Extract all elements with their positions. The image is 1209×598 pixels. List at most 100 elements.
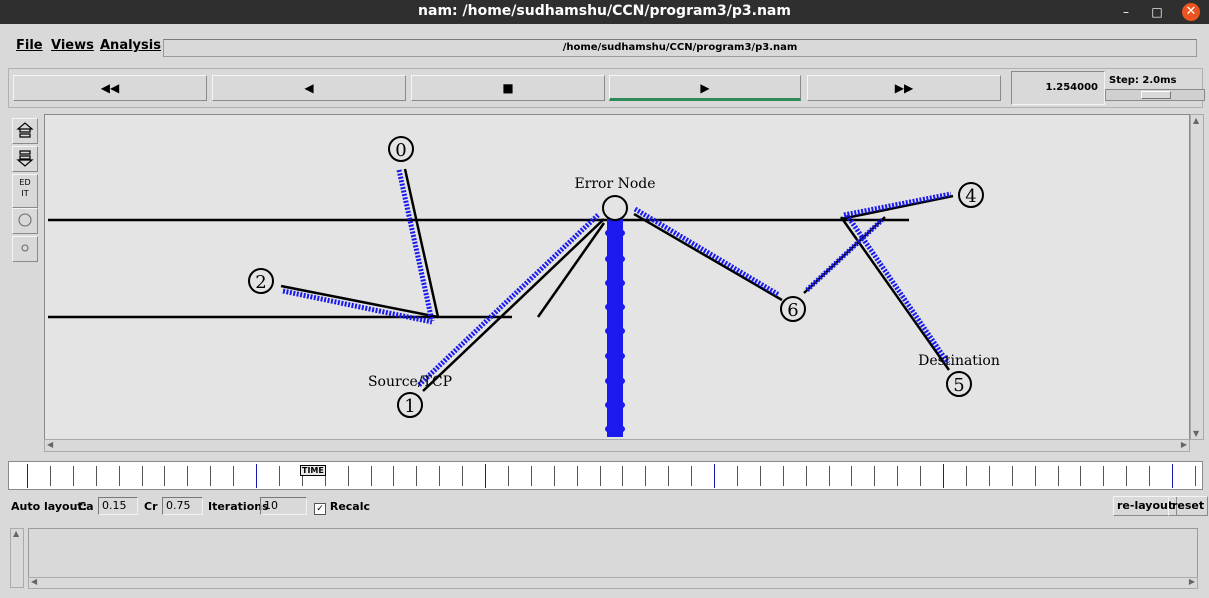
time-display: 1.254000 <box>1011 71 1105 105</box>
timeline-tick <box>210 466 212 486</box>
scroll-left-icon[interactable]: ◀ <box>47 440 53 449</box>
node-4-id: 4 <box>965 186 976 207</box>
checkmark-icon: ✓ <box>314 503 326 515</box>
dropped-packet-bumps <box>605 228 625 434</box>
timeline-tick <box>530 466 532 486</box>
menu-analysis[interactable]: Analysis <box>100 38 161 53</box>
timeline-tick <box>599 466 601 486</box>
node-6-id: 6 <box>787 300 798 321</box>
timeline-tick <box>256 464 257 488</box>
stop-button[interactable]: ■ <box>411 75 605 101</box>
timeline-tick <box>943 464 944 488</box>
node-2-id: 2 <box>255 272 266 293</box>
packets-0-lan <box>396 169 435 322</box>
close-button[interactable]: ✕ <box>1182 3 1200 21</box>
node-5-label: Destination <box>918 353 1000 369</box>
packets-x-4 <box>843 191 952 218</box>
scroll-right-icon[interactable]: ▶ <box>1181 440 1187 449</box>
canvas-vertical-scrollbar[interactable]: ▲ ▼ <box>1190 114 1204 440</box>
timeline-tick <box>95 466 97 486</box>
window-title: nam: /home/sudhamshu/CCN/program3/p3.nam <box>418 3 791 19</box>
timeline-tick <box>1103 466 1105 486</box>
menu-views[interactable]: Views <box>51 38 94 53</box>
timeline-tick <box>439 466 441 486</box>
timeline-tick <box>278 466 280 486</box>
log-vertical-scrollbar[interactable]: ▲ <box>10 528 24 588</box>
timeline-tick <box>1080 466 1082 486</box>
recalc-label: Recalc <box>329 500 371 513</box>
timeline-tick <box>164 466 166 486</box>
timeline-tick <box>988 466 990 486</box>
timeline-tick <box>485 464 486 488</box>
iterations-input[interactable]: 10 <box>260 497 307 515</box>
play-button[interactable]: ▶ <box>609 75 801 101</box>
timeline-tick <box>622 466 624 486</box>
fast-forward-button[interactable]: ▶▶ <box>807 75 1001 101</box>
menu-file[interactable]: File <box>16 38 43 53</box>
maximize-button[interactable]: □ <box>1148 3 1166 21</box>
node-4: 4 <box>958 182 984 208</box>
timeline-tick <box>1011 466 1013 486</box>
log-scroll-right-icon[interactable]: ▶ <box>1189 577 1195 586</box>
timeline-tick <box>49 466 51 486</box>
reset-button[interactable]: reset <box>1168 496 1209 516</box>
timeline-tick <box>897 466 899 486</box>
cr-input[interactable]: 0.75 <box>162 497 203 515</box>
zoom-in-icon[interactable] <box>12 118 38 144</box>
canvas-horizontal-scrollbar[interactable]: ◀ ▶ <box>44 439 1190 452</box>
cr-label: Cr <box>144 500 158 513</box>
node-3: Error Node <box>574 176 656 221</box>
ca-input[interactable]: 0.15 <box>98 497 138 515</box>
node-6: 6 <box>780 296 806 322</box>
timeline-tick <box>1126 466 1128 486</box>
link-x-4 <box>840 194 954 221</box>
small-circle-icon[interactable] <box>12 236 38 262</box>
edit-label: EDIT <box>19 178 31 198</box>
rewind-button[interactable]: ◀◀ <box>13 75 207 101</box>
step-control: Step: 2.0ms <box>1105 73 1205 103</box>
scroll-down-icon[interactable]: ▼ <box>1193 429 1199 438</box>
zoom-out-icon[interactable] <box>12 146 38 172</box>
timeline-tick <box>691 466 693 486</box>
node-0-id: 0 <box>395 140 406 161</box>
timeline-tick <box>782 466 784 486</box>
timeline-slider[interactable]: TIME <box>8 461 1203 490</box>
timeline-tick <box>141 466 143 486</box>
timeline-tick <box>553 466 555 486</box>
step-back-button[interactable]: ◀ <box>212 75 406 101</box>
auto-layout-panel: Auto layout: Ca 0.15 Cr 0.75 Iterations … <box>0 496 1209 520</box>
timeline-tick <box>1034 466 1036 486</box>
node-5: 5 Destination <box>918 353 1000 397</box>
timeline-tick <box>714 464 715 488</box>
fast-rewind-icon: ◀◀ <box>100 81 120 95</box>
timeline-tick <box>416 466 418 486</box>
timeline-tick <box>965 466 967 486</box>
recalc-checkbox[interactable]: ✓ Recalc <box>314 500 370 515</box>
log-horizontal-scrollbar[interactable]: ◀ ▶ <box>28 577 1198 589</box>
timeline-tick <box>347 466 349 486</box>
scroll-up-icon[interactable]: ▲ <box>1193 116 1199 125</box>
network-canvas[interactable]: 0 2 1 Source/TCP Error Node 6 4 5 Destin… <box>44 114 1190 440</box>
timeline-tick <box>1172 464 1173 488</box>
timeline-tick <box>851 466 853 486</box>
minimize-button[interactable]: – <box>1117 3 1135 21</box>
ca-label: Ca <box>78 500 94 513</box>
log-scroll-up-icon[interactable]: ▲ <box>13 529 19 538</box>
time-marker[interactable]: TIME <box>300 465 326 476</box>
file-path-display: /home/sudhamshu/CCN/program3/p3.nam <box>163 39 1197 57</box>
left-toolbar: EDIT <box>10 116 38 452</box>
step-slider[interactable] <box>1105 89 1205 101</box>
timeline-tick <box>507 466 509 486</box>
timeline-tick <box>805 466 807 486</box>
edit-button[interactable]: EDIT <box>12 174 38 208</box>
link-0-lan <box>403 168 440 318</box>
step-slider-thumb[interactable] <box>1141 91 1171 99</box>
timeline-tick <box>759 466 761 486</box>
annotation-area[interactable] <box>28 528 1198 578</box>
node-1-id: 1 <box>404 396 415 417</box>
link-stub <box>536 222 606 318</box>
play-icon: ▶ <box>700 81 710 95</box>
log-scroll-left-icon[interactable]: ◀ <box>31 577 37 586</box>
timeline-tick <box>828 466 830 486</box>
circle-icon[interactable] <box>12 208 38 234</box>
